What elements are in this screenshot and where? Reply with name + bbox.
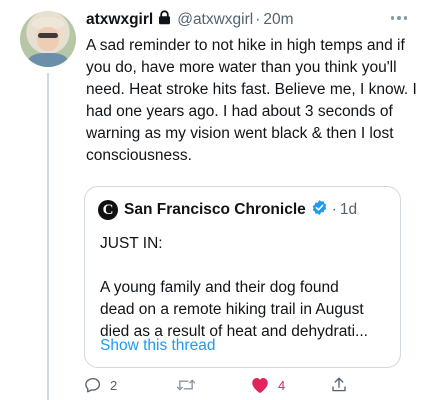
retweet-button[interactable] [176, 376, 204, 394]
author-handle[interactable]: @atxwxgirl [177, 11, 253, 29]
retweet-icon [176, 376, 196, 394]
quoted-header: C San Francisco Chronicle · 1d [98, 199, 357, 221]
reply-count: 2 [110, 377, 118, 393]
share-button[interactable] [330, 376, 348, 394]
quoted-timestamp: 1d [339, 201, 358, 218]
tweet-header: atxwxgirl @atxwxgirl · 20m [86, 10, 294, 30]
like-button[interactable]: 4 [250, 376, 285, 394]
separator-dot: · [255, 11, 261, 28]
avatar[interactable] [20, 11, 76, 67]
avatar-face [37, 27, 59, 51]
author-name[interactable]: atxwxgirl [86, 11, 153, 29]
quoted-separator: · [331, 201, 337, 218]
quoted-tweet[interactable]: C San Francisco Chronicle · 1d JUST IN: … [84, 186, 401, 368]
tweet-text: A sad reminder to not hike in high temps… [86, 37, 417, 164]
heart-icon [250, 376, 270, 394]
quoted-line-blank [100, 255, 395, 277]
quoted-line: dead on a remote hiking trail in August [100, 301, 364, 318]
verified-badge-icon [311, 199, 328, 221]
tweet-timestamp[interactable]: 20m [263, 11, 293, 29]
publication-logo: C [98, 200, 118, 220]
quoted-line: JUST IN: [100, 235, 163, 252]
share-icon [330, 376, 348, 394]
like-count: 4 [278, 377, 286, 393]
action-bar: 2 4 [84, 376, 404, 396]
quoted-author-name: San Francisco Chronicle [124, 201, 306, 218]
more-options-icon[interactable] [390, 8, 407, 28]
reply-icon [84, 376, 102, 394]
lock-icon [158, 10, 171, 30]
avatar-glasses [38, 33, 58, 38]
thread-line [47, 73, 49, 400]
reply-button[interactable]: 2 [84, 376, 117, 394]
avatar-shirt [28, 53, 68, 67]
show-thread-link[interactable]: Show this thread [100, 337, 215, 355]
quoted-line: A young family and their dog found [100, 279, 339, 296]
quoted-text: JUST IN: A young family and their dog fo… [100, 233, 395, 343]
